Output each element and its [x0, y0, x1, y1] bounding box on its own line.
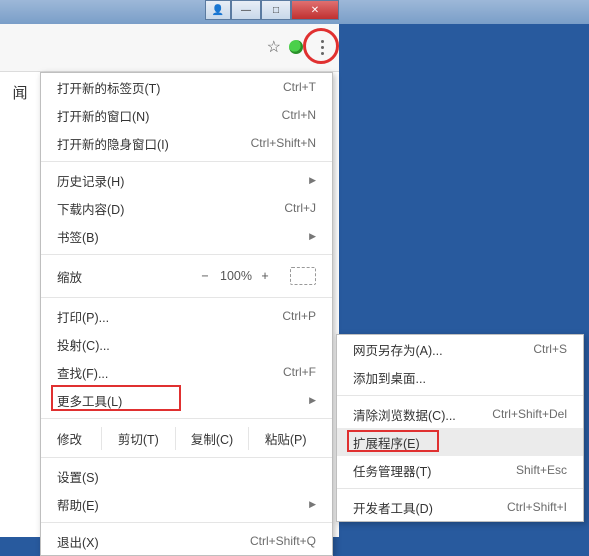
menu-label: 退出(X)	[57, 532, 99, 551]
menu-label: 打开新的窗口(N)	[57, 106, 149, 125]
menu-edit-row: 修改 剪切(T) 复制(C) 粘贴(P)	[41, 423, 332, 453]
menu-zoom: 缩放 − 100% +	[41, 259, 332, 293]
menu-new-window[interactable]: 打开新的窗口(N) Ctrl+N	[41, 101, 332, 129]
menu-label: 设置(S)	[57, 467, 99, 486]
submenu-add-desktop[interactable]: 添加到桌面...	[337, 363, 583, 391]
menu-label: 更多工具(L)	[57, 391, 301, 410]
menu-label: 扩展程序(E)	[353, 433, 420, 452]
menu-separator	[41, 161, 332, 162]
menu-help[interactable]: 帮助(E)	[41, 490, 332, 518]
edit-copy[interactable]: 复制(C)	[175, 427, 249, 450]
edit-paste[interactable]: 粘贴(P)	[248, 427, 322, 450]
window-titlebar: 👤 — □ ✕	[0, 0, 589, 24]
menu-label: 添加到桌面...	[353, 368, 426, 387]
menu-more-tools[interactable]: 更多工具(L)	[41, 386, 332, 414]
close-button[interactable]: ✕	[291, 0, 339, 20]
menu-label: 帮助(E)	[57, 495, 301, 514]
menu-shortcut: Ctrl+T	[283, 80, 316, 94]
menu-label: 查找(F)...	[57, 363, 108, 382]
menu-label: 打开新的隐身窗口(I)	[57, 134, 169, 153]
menu-downloads[interactable]: 下载内容(D) Ctrl+J	[41, 194, 332, 222]
menu-bookmarks[interactable]: 书签(B)	[41, 222, 332, 250]
page-fragment-text: 闻	[0, 72, 40, 112]
chrome-menu-button[interactable]	[311, 36, 333, 58]
chrome-main-menu: 打开新的标签页(T) Ctrl+T 打开新的窗口(N) Ctrl+N 打开新的隐…	[40, 72, 333, 556]
browser-toolbar: ☆	[0, 24, 339, 72]
menu-new-tab[interactable]: 打开新的标签页(T) Ctrl+T	[41, 73, 332, 101]
menu-shortcut: Ctrl+Shift+Del	[492, 407, 567, 421]
menu-label: 开发者工具(D)	[353, 498, 433, 517]
menu-separator	[337, 395, 583, 396]
menu-separator	[41, 418, 332, 419]
menu-shortcut: Ctrl+P	[282, 309, 316, 323]
menu-cast[interactable]: 投射(C)...	[41, 330, 332, 358]
menu-shortcut: Shift+Esc	[516, 463, 567, 477]
zoom-out-button[interactable]: −	[190, 269, 220, 283]
user-button[interactable]: 👤	[205, 0, 231, 20]
menu-shortcut: Ctrl+Shift+N	[251, 136, 316, 150]
zoom-in-button[interactable]: +	[250, 269, 280, 283]
menu-shortcut: Ctrl+F	[283, 365, 316, 379]
zoom-value: 100%	[220, 269, 250, 283]
more-tools-submenu: 网页另存为(A)... Ctrl+S 添加到桌面... 清除浏览数据(C)...…	[336, 334, 584, 522]
submenu-clear-data[interactable]: 清除浏览数据(C)... Ctrl+Shift+Del	[337, 400, 583, 428]
menu-shortcut: Ctrl+S	[533, 342, 567, 356]
zoom-label: 缩放	[57, 267, 127, 286]
menu-separator	[41, 522, 332, 523]
bookmark-star-icon[interactable]: ☆	[267, 37, 281, 57]
menu-label: 投射(C)...	[57, 335, 110, 354]
menu-label: 书签(B)	[57, 227, 301, 246]
menu-shortcut: Ctrl+Shift+Q	[250, 534, 316, 548]
menu-label: 打开新的标签页(T)	[57, 78, 160, 97]
menu-print[interactable]: 打印(P)... Ctrl+P	[41, 302, 332, 330]
menu-label: 任务管理器(T)	[353, 461, 431, 480]
maximize-button[interactable]: □	[261, 0, 291, 20]
menu-label: 网页另存为(A)...	[353, 340, 443, 359]
submenu-extensions[interactable]: 扩展程序(E)	[337, 428, 583, 456]
menu-label: 历史记录(H)	[57, 171, 301, 190]
edit-cut[interactable]: 剪切(T)	[101, 427, 175, 450]
submenu-task-manager[interactable]: 任务管理器(T) Shift+Esc	[337, 456, 583, 484]
menu-shortcut: Ctrl+Shift+I	[507, 500, 567, 514]
fullscreen-icon[interactable]	[290, 267, 316, 285]
menu-find[interactable]: 查找(F)... Ctrl+F	[41, 358, 332, 386]
menu-separator	[337, 488, 583, 489]
menu-separator	[41, 254, 332, 255]
menu-label: 下载内容(D)	[57, 199, 124, 218]
extension-icon[interactable]	[289, 40, 303, 54]
menu-new-incognito[interactable]: 打开新的隐身窗口(I) Ctrl+Shift+N	[41, 129, 332, 157]
edit-label: 修改	[51, 429, 101, 448]
menu-shortcut: Ctrl+N	[282, 108, 316, 122]
minimize-button[interactable]: —	[231, 0, 261, 20]
menu-label: 清除浏览数据(C)...	[353, 405, 456, 424]
menu-separator	[41, 457, 332, 458]
menu-label: 打印(P)...	[57, 307, 109, 326]
submenu-dev-tools[interactable]: 开发者工具(D) Ctrl+Shift+I	[337, 493, 583, 521]
menu-history[interactable]: 历史记录(H)	[41, 166, 332, 194]
menu-settings[interactable]: 设置(S)	[41, 462, 332, 490]
menu-shortcut: Ctrl+J	[284, 201, 316, 215]
menu-exit[interactable]: 退出(X) Ctrl+Shift+Q	[41, 527, 332, 555]
submenu-save-as[interactable]: 网页另存为(A)... Ctrl+S	[337, 335, 583, 363]
menu-separator	[41, 297, 332, 298]
